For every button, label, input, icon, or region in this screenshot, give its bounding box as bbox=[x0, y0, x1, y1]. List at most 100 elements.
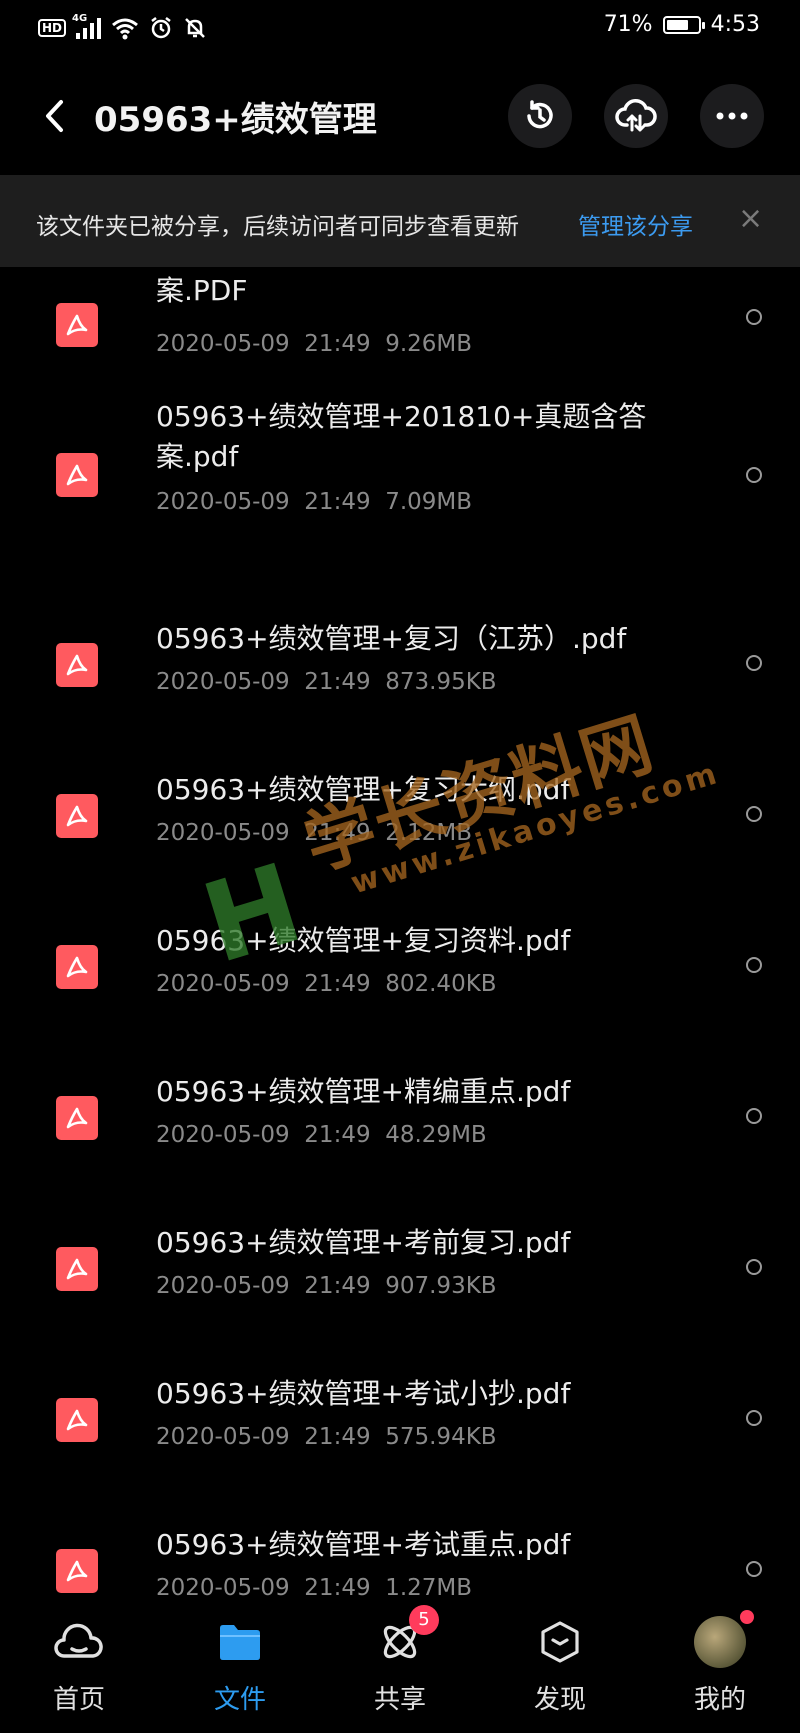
file-row[interactable]: 05963+绩效管理+考试小抄.pdf 2020-05-09 21:49 575… bbox=[0, 1374, 800, 1474]
nav-me[interactable]: 我的 bbox=[665, 1610, 775, 1716]
file-row[interactable]: 05963+绩效管理+考前复习.pdf 2020-05-09 21:49 907… bbox=[0, 1223, 800, 1323]
pdf-file-icon bbox=[56, 643, 98, 687]
pdf-file-icon bbox=[56, 1549, 98, 1593]
file-time: 21:49 bbox=[304, 1122, 371, 1148]
share-banner: 该文件夹已被分享，后续访问者可同步查看更新 管理该分享 × bbox=[0, 175, 800, 267]
file-time: 21:49 bbox=[304, 1424, 371, 1450]
select-radio[interactable] bbox=[746, 309, 762, 325]
nav-home[interactable]: 首页 bbox=[24, 1613, 134, 1716]
file-name: 05963+绩效管理+考前复习.pdf bbox=[156, 1226, 571, 1259]
file-date: 2020-05-09 bbox=[156, 1424, 290, 1450]
select-radio[interactable] bbox=[746, 1561, 762, 1577]
file-date: 2020-05-09 bbox=[156, 1122, 290, 1148]
select-radio[interactable] bbox=[746, 1108, 762, 1124]
mute-icon bbox=[185, 18, 205, 38]
file-meta: 2020-05-09 21:49 907.93KB bbox=[156, 1273, 497, 1299]
wifi-icon bbox=[112, 18, 138, 40]
status-right: 71% 4:53 bbox=[604, 12, 760, 37]
pdf-file-icon bbox=[56, 453, 98, 497]
pdf-file-icon bbox=[56, 794, 98, 838]
file-time: 21:49 bbox=[304, 1575, 371, 1597]
select-radio[interactable] bbox=[746, 1259, 762, 1275]
file-time: 21:49 bbox=[304, 820, 371, 846]
folder-icon bbox=[220, 1625, 260, 1660]
file-name: 05963+绩效管理+精编重点.pdf bbox=[156, 1075, 571, 1108]
file-meta: 2020-05-09 21:49 7.09MB bbox=[156, 489, 472, 515]
file-time: 21:49 bbox=[304, 331, 371, 357]
file-time: 21:49 bbox=[304, 1273, 371, 1299]
chevron-left-icon bbox=[46, 100, 63, 132]
file-name: 05963+绩效管理+201810+真题含答案.pdf bbox=[156, 400, 647, 473]
manage-share-link[interactable]: 管理该分享 bbox=[578, 207, 693, 241]
avatar bbox=[694, 1610, 754, 1668]
nav-me-label: 我的 bbox=[693, 1685, 746, 1715]
pdf-file-icon bbox=[56, 1398, 98, 1442]
nav-share-label: 共享 bbox=[373, 1685, 426, 1715]
file-row[interactable]: 05963+绩效管理+复习（江苏）.pdf 2020-05-09 21:49 8… bbox=[0, 619, 800, 719]
nav-share[interactable]: 5 共享 bbox=[345, 1605, 455, 1716]
more-button[interactable] bbox=[700, 84, 764, 148]
notification-dot bbox=[740, 1610, 754, 1624]
status-left: HD 4G bbox=[38, 13, 207, 42]
pdf-file-icon bbox=[56, 1096, 98, 1140]
pdf-file-icon bbox=[56, 303, 98, 347]
file-row[interactable]: 05963+绩效管理+考试重点.pdf 2020-05-09 21:49 1.2… bbox=[0, 1525, 800, 1597]
select-radio[interactable] bbox=[746, 1410, 762, 1426]
file-size: 873.95KB bbox=[385, 669, 497, 695]
nav-files-label: 文件 bbox=[213, 1685, 266, 1715]
file-meta: 2020-05-09 21:49 802.40KB bbox=[156, 971, 497, 997]
file-name: 05963+绩效管理+考试小抄.pdf bbox=[156, 1377, 571, 1410]
file-date: 2020-05-09 bbox=[156, 331, 290, 357]
hd-badge: HD bbox=[38, 19, 67, 37]
file-meta: 2020-05-09 21:49 1.27MB bbox=[156, 1575, 472, 1597]
status-bar: HD 4G 71% 4:53 bbox=[0, 0, 800, 56]
file-date: 2020-05-09 bbox=[156, 1575, 290, 1597]
file-row[interactable]: 05963+绩效管理+精编重点.pdf 2020-05-09 21:49 48.… bbox=[0, 1072, 800, 1172]
history-button[interactable] bbox=[508, 84, 572, 148]
select-radio[interactable] bbox=[746, 957, 762, 973]
battery-fill bbox=[666, 19, 688, 30]
file-size: 1.27MB bbox=[385, 1575, 473, 1597]
close-icon[interactable]: × bbox=[738, 201, 763, 237]
file-meta: 2020-05-09 21:49 2.12MB bbox=[156, 820, 472, 846]
clock: 4:53 bbox=[710, 12, 760, 37]
file-meta: 2020-05-09 21:49 575.94KB bbox=[156, 1424, 497, 1450]
file-time: 21:49 bbox=[304, 489, 371, 515]
file-size: 907.93KB bbox=[385, 1273, 497, 1299]
file-size: 2.12MB bbox=[385, 820, 473, 846]
file-row[interactable]: 05963+绩效管理+复习大纲.pdf 2020-05-09 21:49 2.1… bbox=[0, 770, 800, 870]
file-meta: 2020-05-09 21:49 873.95KB bbox=[156, 669, 497, 695]
bottom-nav: 首页 文件 5 共享 发现 我的 bbox=[0, 1597, 800, 1733]
signal-icon: 4G bbox=[72, 13, 102, 39]
page-title: 05963+绩效管理 bbox=[94, 100, 377, 140]
file-date: 2020-05-09 bbox=[156, 1273, 290, 1299]
file-date: 2020-05-09 bbox=[156, 971, 290, 997]
cloud-sync-button[interactable] bbox=[604, 84, 668, 148]
file-date: 2020-05-09 bbox=[156, 669, 290, 695]
select-radio[interactable] bbox=[746, 655, 762, 671]
file-size: 9.26MB bbox=[385, 331, 473, 357]
share-banner-text: 该文件夹已被分享，后续访问者可同步查看更新 bbox=[36, 214, 519, 240]
file-meta: 2020-05-09 21:49 9.26MB bbox=[156, 331, 472, 357]
network-type: 4G bbox=[72, 13, 88, 24]
file-row[interactable]: 05963+绩效管理+复习资料.pdf 2020-05-09 21:49 802… bbox=[0, 921, 800, 1021]
back-button[interactable] bbox=[36, 94, 72, 138]
file-time: 21:49 bbox=[304, 669, 371, 695]
file-row[interactable]: 05963+绩效管理+201710+真题含答案.PDF 2020-05-09 2… bbox=[0, 267, 800, 381]
nav-discover[interactable]: 发现 bbox=[505, 1613, 615, 1716]
file-name: 05963+绩效管理+考试重点.pdf bbox=[156, 1528, 571, 1561]
battery-icon bbox=[662, 15, 705, 34]
nav-discover-label: 发现 bbox=[533, 1685, 586, 1715]
file-size: 802.40KB bbox=[385, 971, 497, 997]
file-list: 05963+绩效管理+201710+真题含答案.PDF 2020-05-09 2… bbox=[0, 267, 800, 1597]
cloud-sync-icon bbox=[615, 99, 657, 132]
pdf-file-icon bbox=[56, 945, 98, 989]
file-size: 575.94KB bbox=[385, 1424, 497, 1450]
file-row[interactable]: 05963+绩效管理+201810+真题含答案.pdf 2020-05-09 2… bbox=[0, 397, 800, 547]
nav-files[interactable]: 文件 bbox=[185, 1613, 295, 1716]
nav-home-label: 首页 bbox=[52, 1685, 105, 1715]
select-radio[interactable] bbox=[746, 806, 762, 822]
select-radio[interactable] bbox=[746, 467, 762, 483]
discover-box-icon bbox=[541, 1621, 579, 1663]
file-size: 48.29MB bbox=[385, 1122, 487, 1148]
